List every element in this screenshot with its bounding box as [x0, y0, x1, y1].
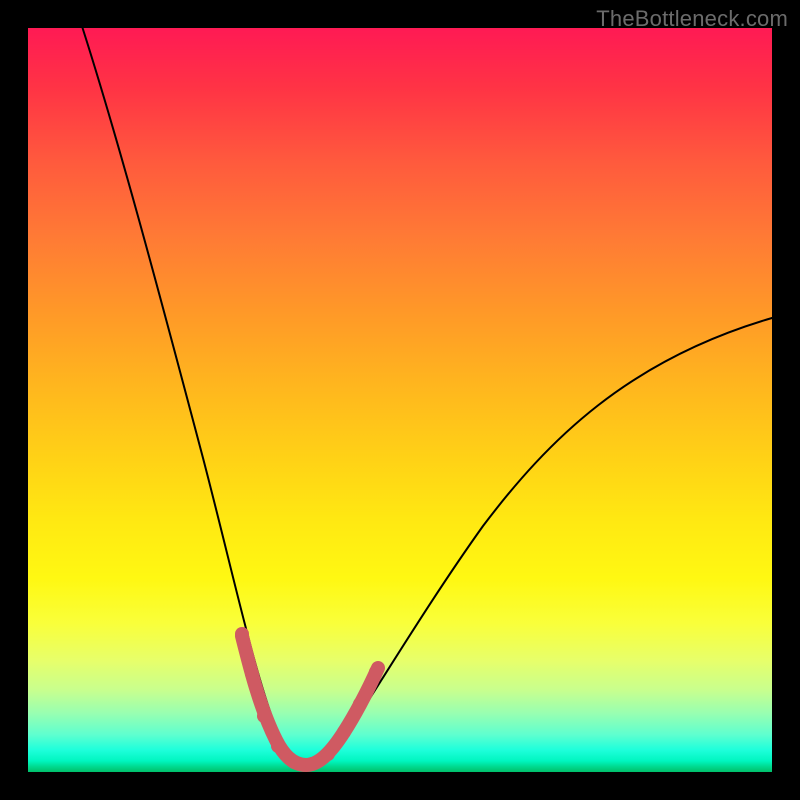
highlight-point: [353, 697, 367, 711]
highlight-point: [235, 627, 249, 641]
highlight-point: [321, 747, 335, 761]
curve-layer: [28, 28, 772, 772]
highlight-point: [271, 739, 285, 753]
highlight-point: [337, 725, 351, 739]
bottleneck-curve: [80, 20, 772, 765]
highlight-point: [245, 667, 259, 681]
highlight-point: [257, 709, 271, 723]
highlight-point: [369, 665, 383, 679]
chart-stage: TheBottleneck.com: [0, 0, 800, 800]
highlight-point: [305, 757, 319, 771]
plot-area: [28, 28, 772, 772]
highlight-point: [287, 755, 301, 769]
